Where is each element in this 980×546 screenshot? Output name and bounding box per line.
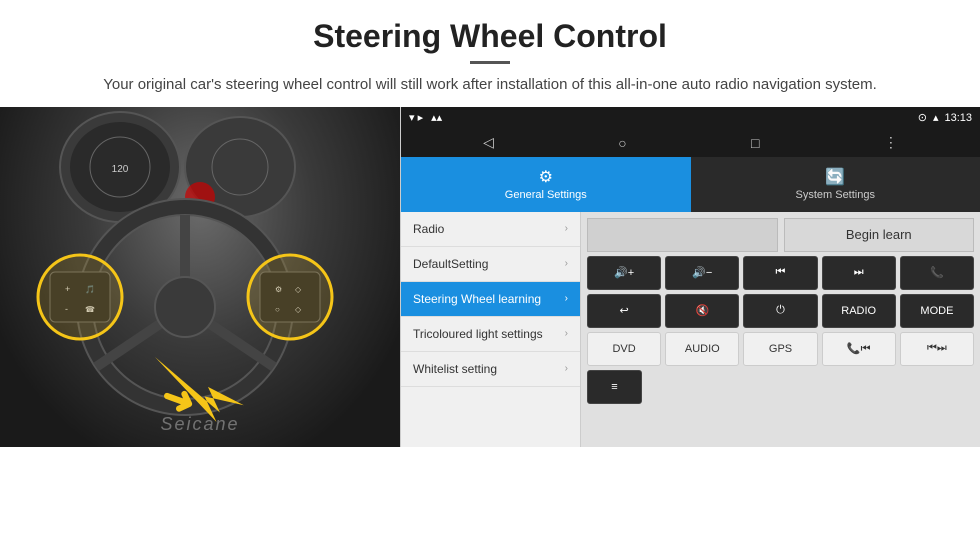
location-pin-icon: ⊙: [918, 111, 927, 124]
phone-icon: 📞: [930, 266, 944, 279]
audio-button[interactable]: AUDIO: [665, 332, 739, 366]
vol-down-button[interactable]: 🔊−: [665, 256, 739, 290]
mode-button[interactable]: MODE: [900, 294, 974, 328]
phone-button[interactable]: 📞: [900, 256, 974, 290]
status-time: 13:13: [944, 112, 972, 124]
nav-bar: ◁ ○ □ ⋮: [401, 129, 980, 157]
settings-tabs: ⚙ General Settings 🔄 System Settings: [401, 157, 980, 212]
button-row-4: ≡: [587, 370, 974, 404]
menu-item-radio-label: Radio: [413, 222, 444, 236]
menu-item-defaultsetting[interactable]: DefaultSetting ›: [401, 247, 580, 282]
car-image: 120 + 🎵 - ☎: [0, 107, 400, 447]
next-track-icon: ⏭: [854, 266, 864, 279]
recent-nav-icon[interactable]: □: [751, 135, 759, 151]
chevron-right-icon-5: ›: [565, 363, 568, 374]
mode-label: MODE: [920, 305, 953, 317]
prev-next-button[interactable]: ⏮⏭: [900, 332, 974, 366]
back-button[interactable]: ↩: [587, 294, 661, 328]
page-wrapper: Steering Wheel Control Your original car…: [0, 0, 980, 447]
wifi-icon: ▾ ▸: [409, 111, 423, 124]
menu-icon: ≡: [611, 381, 617, 393]
settings-main: Radio › DefaultSetting › Steering Wheel …: [401, 212, 980, 447]
mute-button[interactable]: 🔇: [665, 294, 739, 328]
menu-nav-icon[interactable]: ⋮: [884, 134, 898, 151]
chevron-right-icon-4: ›: [565, 328, 568, 339]
phone-prev-button[interactable]: 📞⏮: [822, 332, 896, 366]
begin-learn-spacer: [587, 218, 778, 252]
menu-item-whitelist-label: Whitelist setting: [413, 362, 497, 376]
button-row-3: DVD AUDIO GPS 📞⏮ ⏮⏭: [587, 332, 974, 366]
radio-label: RADIO: [841, 305, 876, 317]
menu-item-whitelist[interactable]: Whitelist setting ›: [401, 352, 580, 387]
prev-next-icon: ⏮⏭: [927, 342, 947, 355]
home-nav-icon[interactable]: ○: [618, 135, 626, 151]
gps-label: GPS: [769, 343, 792, 355]
wifi-status-icon: ▴: [933, 111, 939, 124]
chevron-right-icon: ›: [565, 223, 568, 234]
system-settings-icon: 🔄: [825, 167, 845, 187]
mute-icon: 🔇: [695, 304, 709, 317]
phone-prev-icon: 📞⏮: [847, 342, 871, 356]
chevron-right-icon-2: ›: [565, 258, 568, 269]
watermark: Seicane: [160, 414, 239, 435]
power-button[interactable]: ⏻: [743, 294, 817, 328]
button-row-1: 🔊+ 🔊− ⏮ ⏭ 📞: [587, 256, 974, 290]
status-bar-left: ▾ ▸ ▴▴: [409, 111, 442, 124]
tab-system[interactable]: 🔄 System Settings: [691, 157, 980, 212]
menu-item-defaultsetting-label: DefaultSetting: [413, 257, 488, 271]
next-button[interactable]: ⏭: [822, 256, 896, 290]
radio-button[interactable]: RADIO: [822, 294, 896, 328]
steering-wheel-svg: 120 + 🎵 - ☎: [0, 107, 400, 447]
vol-up-button[interactable]: 🔊+: [587, 256, 661, 290]
back-icon: ↩: [619, 304, 628, 317]
page-title: Steering Wheel Control: [20, 18, 960, 55]
gps-button[interactable]: GPS: [743, 332, 817, 366]
prev-track-icon: ⏮: [776, 266, 786, 279]
dvd-label: DVD: [612, 343, 635, 355]
prev-button[interactable]: ⏮: [743, 256, 817, 290]
back-nav-icon[interactable]: ◁: [483, 134, 494, 151]
vol-up-icon: 🔊+: [614, 266, 634, 279]
menu-button[interactable]: ≡: [587, 370, 642, 404]
general-settings-icon: ⚙: [539, 167, 553, 187]
begin-learn-button[interactable]: Begin learn: [784, 218, 975, 252]
begin-learn-row: Begin learn: [587, 218, 974, 252]
title-divider: [470, 61, 510, 64]
button-row-2: ↩ 🔇 ⏻ RADIO MODE: [587, 294, 974, 328]
right-panel: Begin learn 🔊+ 🔊− ⏮: [581, 212, 980, 447]
menu-item-tricoloured[interactable]: Tricoloured light settings ›: [401, 317, 580, 352]
status-bar-right: ⊙ ▴ 13:13: [918, 111, 972, 124]
status-bar: ▾ ▸ ▴▴ ⊙ ▴ 13:13: [401, 107, 980, 129]
tab-system-label: System Settings: [796, 189, 875, 201]
android-ui: ▾ ▸ ▴▴ ⊙ ▴ 13:13 ◁ ○ □ ⋮ ⚙ G: [400, 107, 980, 447]
svg-text:120: 120: [112, 164, 129, 175]
audio-label: AUDIO: [685, 343, 720, 355]
content-area: 120 + 🎵 - ☎: [0, 107, 980, 447]
dvd-button[interactable]: DVD: [587, 332, 661, 366]
chevron-right-icon-3: ›: [565, 293, 568, 304]
header-section: Steering Wheel Control Your original car…: [0, 0, 980, 107]
header-subtitle: Your original car's steering wheel contr…: [20, 74, 960, 97]
menu-item-steering-label: Steering Wheel learning: [413, 292, 541, 306]
menu-item-tricoloured-label: Tricoloured light settings: [413, 327, 543, 341]
signal-icon: ▴▴: [431, 111, 442, 124]
power-icon: ⏻: [776, 304, 785, 317]
menu-item-radio[interactable]: Radio ›: [401, 212, 580, 247]
tab-general[interactable]: ⚙ General Settings: [401, 157, 691, 212]
tab-general-label: General Settings: [505, 189, 587, 201]
settings-menu: Radio › DefaultSetting › Steering Wheel …: [401, 212, 581, 447]
vol-down-icon: 🔊−: [692, 266, 712, 279]
menu-item-steering-wheel[interactable]: Steering Wheel learning ›: [401, 282, 580, 317]
